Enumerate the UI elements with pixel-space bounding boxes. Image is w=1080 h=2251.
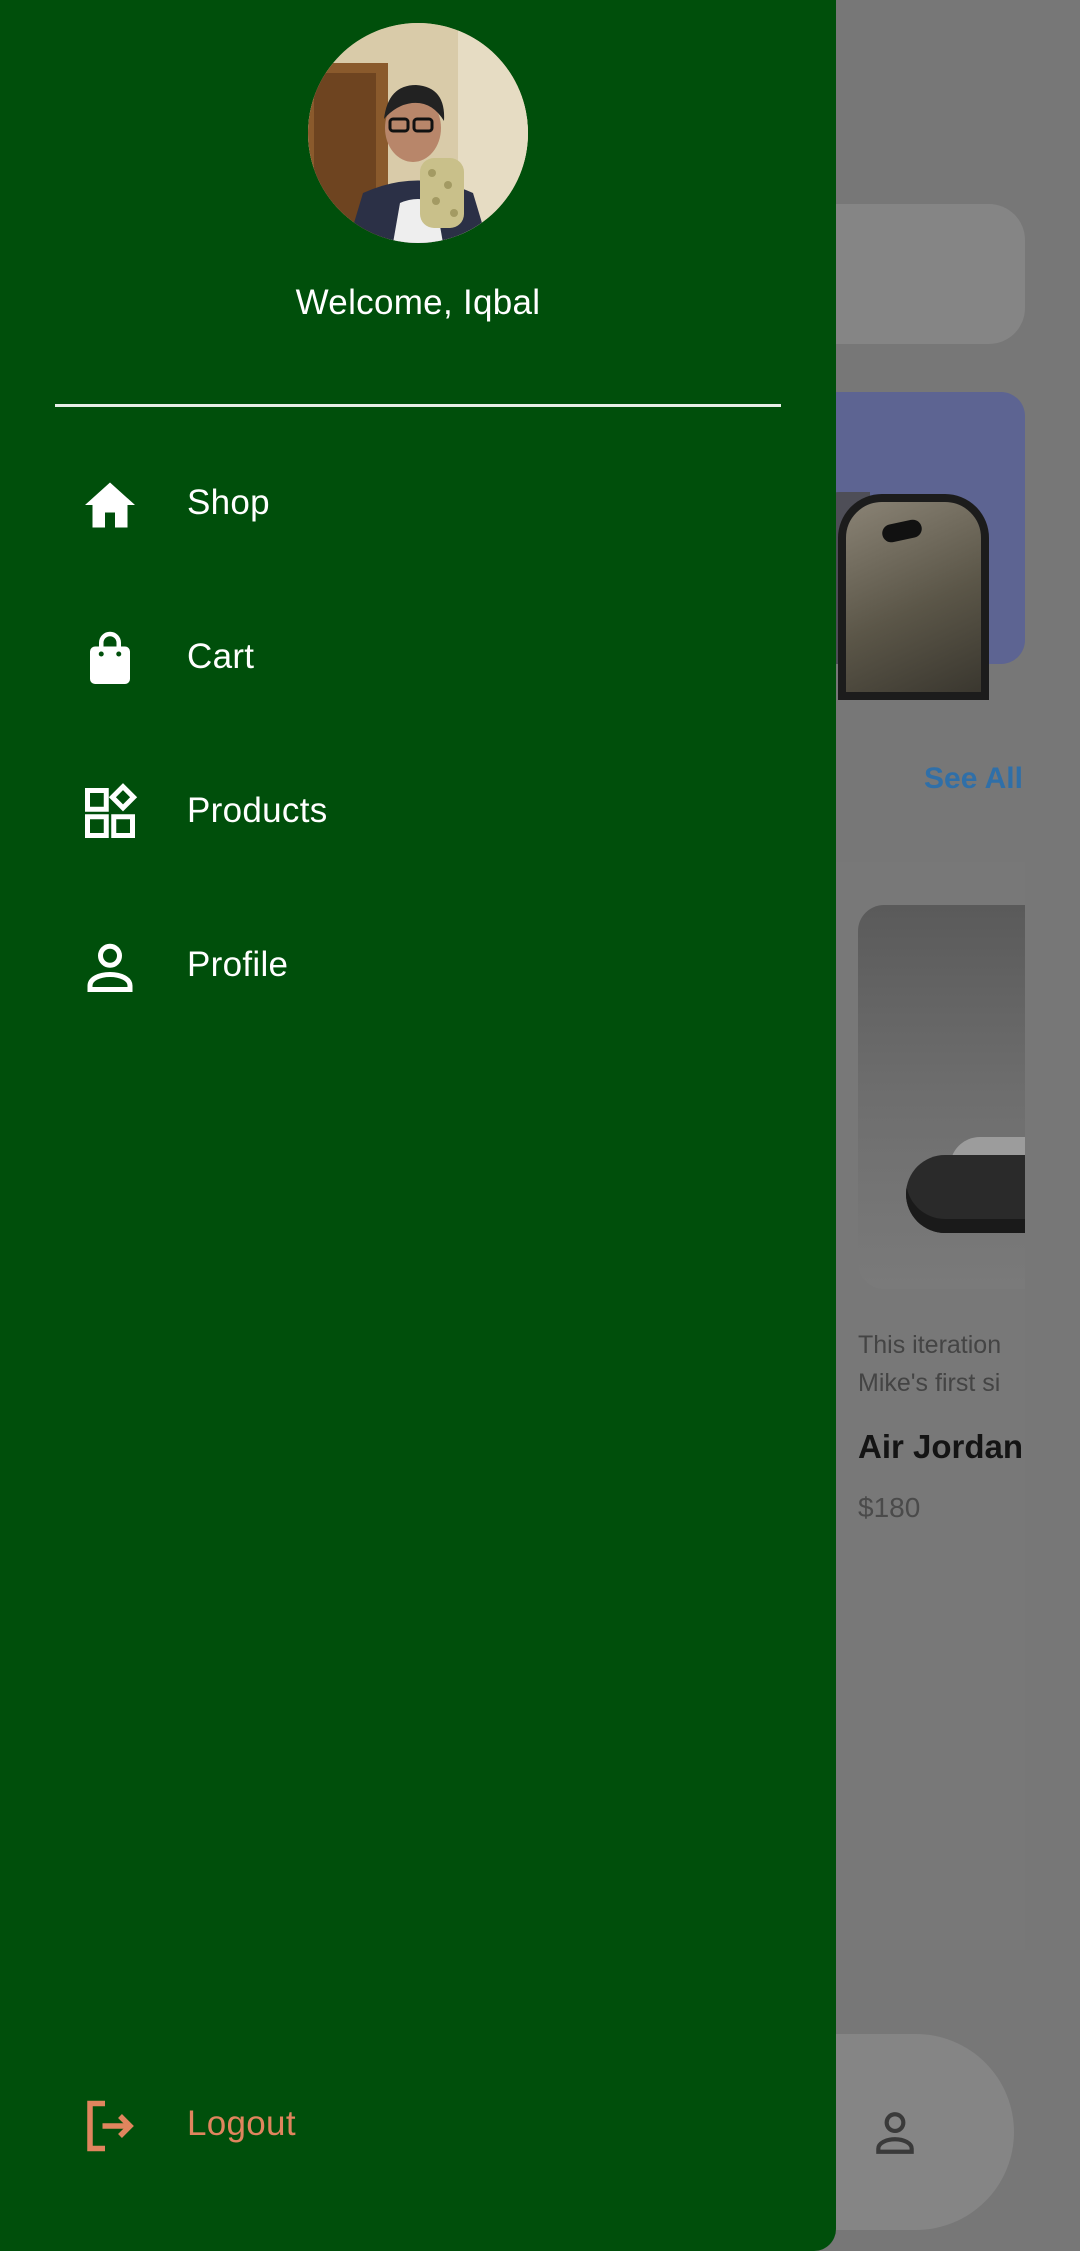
app-screen: See All This iteration Mike's first si A… [0,0,1080,2251]
logout-label: Logout [187,2104,296,2143]
divider [55,404,781,407]
shopping-bag-icon [90,631,130,684]
menu-item-shop[interactable]: Shop [0,445,836,565]
home-icon [85,482,135,528]
nav-profile-icon[interactable] [870,2108,920,2158]
menu-item-label: Cart [187,637,255,676]
navigation-drawer: Welcome, Iqbal Shop Cart Products Profil… [0,0,836,2251]
product-description-line2: Mike's first si [858,1369,1001,1397]
widgets-icon [85,783,138,838]
menu-item-profile[interactable]: Profile [0,907,836,1027]
product-title: Air Jordan [858,1428,1024,1465]
product-description: This iteration Mike's first si [858,1326,1025,1402]
person-icon [87,943,133,992]
menu-item-cart[interactable]: Cart [0,599,836,719]
welcome-text: Welcome, Iqbal [295,283,541,322]
logout-icon [87,2100,134,2152]
menu-item-label: Shop [187,483,270,522]
avatar[interactable] [308,23,528,243]
see-all-link[interactable]: See All [924,762,1023,796]
banner-phone-image [838,494,989,700]
phone-camera-island [880,518,924,544]
product-price: $180 [858,1492,921,1523]
menu-item-label: Profile [187,945,289,984]
product-image [858,905,1025,1289]
product-description-line1: This iteration [858,1331,1002,1359]
menu-item-label: Products [187,791,328,830]
logout-button[interactable]: Logout [0,2066,836,2186]
menu-item-products[interactable]: Products [0,753,836,873]
avatar-photo [308,23,528,243]
shoe-image [906,1155,1025,1233]
